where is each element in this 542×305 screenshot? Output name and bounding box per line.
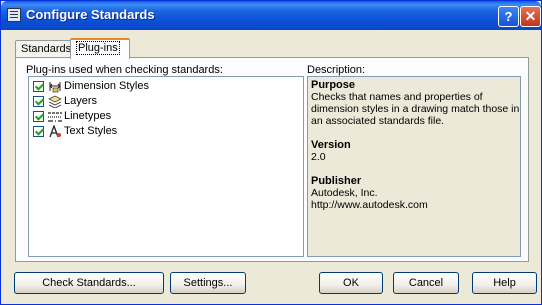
purpose-text: Checks that names and properties of dime… (311, 91, 520, 127)
checkbox-layers[interactable] (33, 96, 44, 107)
checkbox-linetypes[interactable] (33, 111, 44, 122)
configure-standards-window: Configure Standards ? ✕ Standards Plug-i… (0, 0, 542, 305)
tab-plug-ins[interactable]: Plug-ins (70, 38, 130, 59)
check-standards-button[interactable]: Check Standards... (14, 272, 164, 294)
help-button[interactable]: Help (472, 272, 537, 294)
linetypes-icon (48, 112, 62, 122)
layers-icon (48, 95, 62, 108)
checkbox-dimension-styles[interactable] (33, 81, 44, 92)
publisher-name: Autodesk, Inc. (311, 187, 378, 199)
plug-ins-list[interactable]: Dimension Styles Layers Linetypes Text S… (28, 76, 304, 257)
item-label: Layers (64, 95, 98, 107)
title-help-button[interactable]: ? (498, 6, 519, 27)
description-box: Purpose Checks that names and properties… (307, 76, 521, 257)
publisher-heading: Publisher (311, 175, 362, 187)
item-label: Linetypes (64, 110, 112, 122)
version-text: 2.0 (311, 151, 326, 163)
purpose-heading: Purpose (311, 79, 356, 91)
text-styles-icon (49, 125, 61, 138)
title-bar[interactable]: Configure Standards ? ✕ (1, 1, 541, 30)
close-button[interactable]: ✕ (520, 6, 541, 27)
ok-button[interactable]: OK (319, 272, 383, 294)
tab-standards[interactable]: Standards (15, 40, 71, 58)
app-icon (7, 8, 21, 22)
publisher-url: http://www.autodesk.com (311, 199, 428, 211)
cancel-button[interactable]: Cancel (393, 272, 459, 294)
plug-ins-panel: Plug-ins used when checking standards: D… (15, 57, 529, 262)
description-label: Description: (307, 64, 366, 76)
tab-plug-ins-label: Plug-ins (76, 41, 120, 55)
item-label: Text Styles (64, 125, 118, 137)
settings-button[interactable]: Settings... (170, 272, 246, 294)
window-title: Configure Standards (26, 7, 155, 22)
checkbox-text-styles[interactable] (33, 126, 44, 137)
item-label: Dimension Styles (64, 80, 149, 92)
dimension-styles-icon (49, 82, 61, 93)
plug-ins-list-label: Plug-ins used when checking standards: (26, 64, 223, 76)
version-heading: Version (311, 139, 351, 151)
